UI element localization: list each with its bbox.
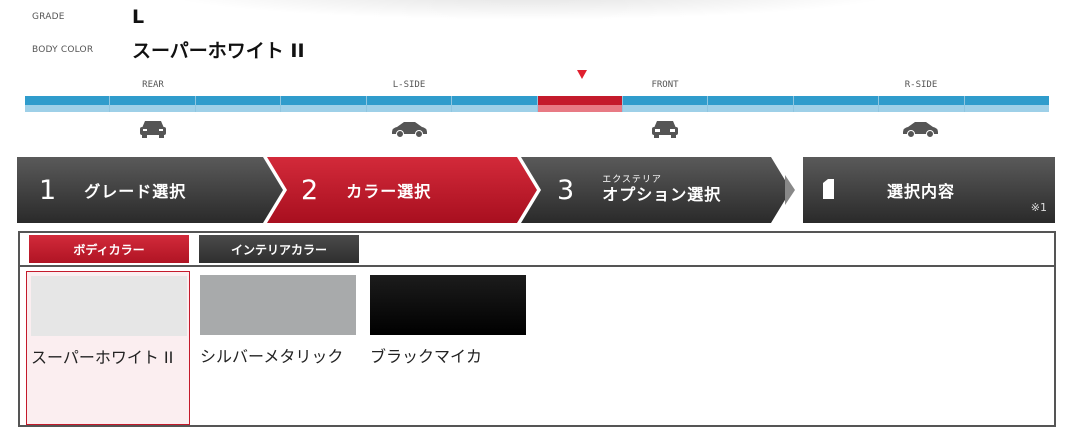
color-swatch-list: スーパーホワイト II シルバーメタリック ブラックマイカ: [26, 271, 536, 425]
document-icon: [823, 179, 834, 199]
view-slider-segment[interactable]: [964, 96, 1050, 112]
step-arrow-icon: [785, 175, 795, 205]
view-slider-segment[interactable]: [452, 96, 538, 112]
step-navigation: 1 グレード選択 2 カラー選択 3 エクステリア オプション選択 選択内容 ※…: [17, 157, 1055, 223]
view-slider-segment[interactable]: [366, 96, 453, 112]
view-slider-segment[interactable]: [879, 96, 965, 112]
view-slider-segment[interactable]: [708, 96, 794, 112]
view-slider-segment[interactable]: [25, 96, 111, 112]
color-name: ブラックマイカ: [370, 347, 483, 366]
car-rear-icon[interactable]: [133, 118, 173, 140]
view-angle-selector[interactable]: REAR L-SIDE FRONT R-SIDE: [25, 70, 1050, 146]
tab-interior-color[interactable]: インテリアカラー: [199, 235, 359, 263]
step-2-label: カラー選択: [346, 182, 432, 201]
grade-value: L: [132, 6, 145, 28]
color-chip: [370, 275, 526, 335]
step-summary-label: 選択内容: [887, 182, 956, 201]
view-slider-segment[interactable]: [537, 96, 623, 112]
color-chip: [200, 275, 356, 335]
view-marker-icon: [577, 70, 587, 79]
grade-label: GRADE: [32, 12, 65, 22]
view-label-r-side[interactable]: R-SIDE: [861, 80, 981, 90]
body-color-label: BODY COLOR: [32, 44, 94, 55]
view-slider-segment[interactable]: [110, 96, 196, 112]
car-front-icon[interactable]: [645, 118, 685, 140]
color-swatch-black-mica[interactable]: ブラックマイカ: [366, 271, 530, 425]
view-slider-segment[interactable]: [195, 96, 282, 112]
color-name: シルバーメタリック: [200, 347, 344, 366]
view-slider-segment[interactable]: [622, 96, 709, 112]
grade-row: GRADE L: [32, 6, 144, 28]
step-1-number: 1: [39, 174, 57, 206]
view-label-rear[interactable]: REAR: [93, 80, 213, 90]
view-slider-segment[interactable]: [281, 96, 367, 112]
body-color-value: スーパーホワイト II: [132, 40, 305, 62]
view-label-front[interactable]: FRONT: [605, 80, 725, 90]
step-option[interactable]: 3 エクステリア オプション選択: [557, 157, 721, 223]
step-summary-note: ※1: [1030, 201, 1047, 214]
tab-divider: [20, 265, 1054, 267]
color-name: スーパーホワイト II: [31, 348, 174, 367]
color-swatch-silver-metallic[interactable]: シルバーメタリック: [196, 271, 360, 425]
view-slider-track[interactable]: [25, 96, 1050, 112]
body-color-row: BODY COLOR スーパーホワイト II: [32, 36, 305, 63]
step-3-label: オプション選択: [602, 185, 722, 205]
view-slider-segment[interactable]: [793, 96, 880, 112]
color-swatch-super-white[interactable]: スーパーホワイト II: [26, 271, 190, 425]
view-label-l-side[interactable]: L-SIDE: [349, 80, 469, 90]
car-side-icon[interactable]: [389, 118, 429, 140]
tab-body-color[interactable]: ボディカラー: [29, 235, 189, 263]
color-tabs: ボディカラー インテリアカラー: [29, 235, 369, 263]
color-chip: [31, 276, 187, 336]
step-1-label: グレード選択: [84, 182, 187, 201]
step-grade[interactable]: 1 グレード選択: [39, 157, 186, 223]
color-panel: ボディカラー インテリアカラー スーパーホワイト II シルバーメタリック ブラ…: [18, 231, 1056, 427]
step-color[interactable]: 2 カラー選択: [301, 157, 431, 223]
car-side-icon[interactable]: [901, 118, 941, 140]
step-3-number: 3: [557, 174, 575, 206]
top-shadow: [150, 0, 910, 20]
step-summary[interactable]: 選択内容: [887, 157, 955, 223]
step-2-number: 2: [301, 174, 319, 206]
